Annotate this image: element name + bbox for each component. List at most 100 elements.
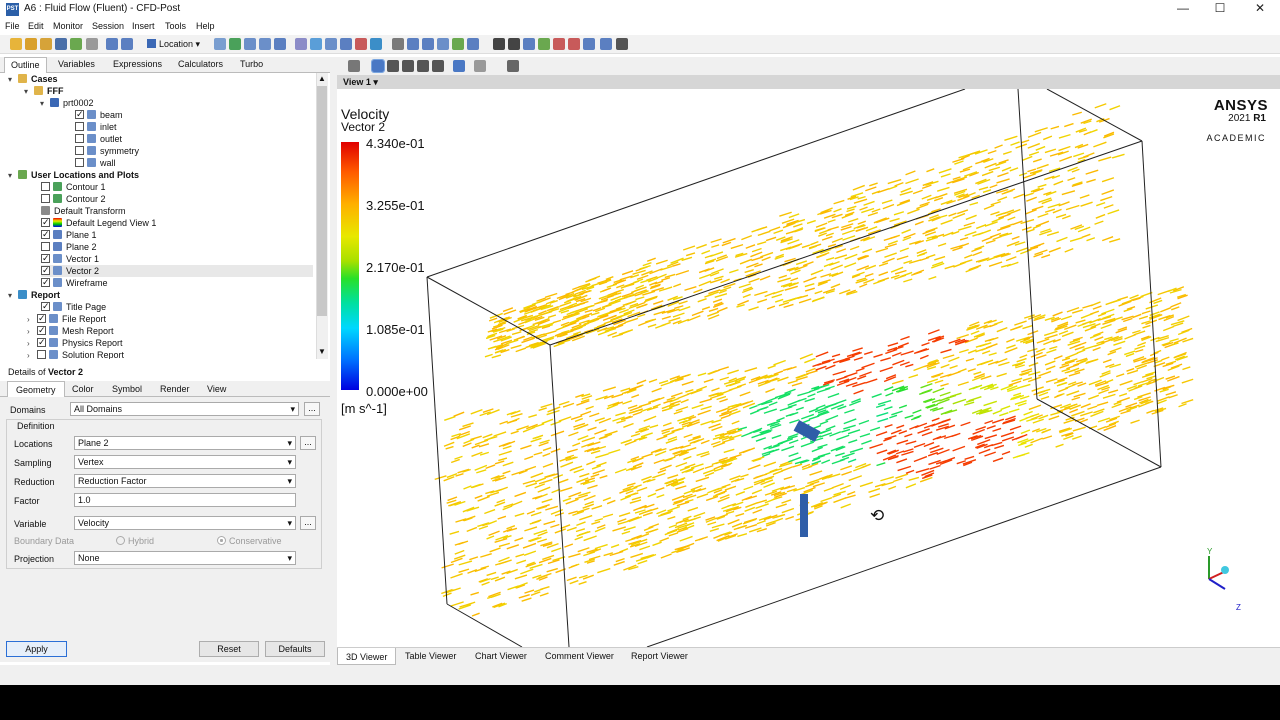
visibility-checkbox[interactable] <box>41 252 50 264</box>
tab-geometry[interactable]: Geometry <box>7 381 65 397</box>
print-icon[interactable] <box>86 38 98 50</box>
tab-turbo[interactable]: Turbo <box>240 59 263 69</box>
tree-item-default-transform[interactable]: Default Transform <box>41 205 126 217</box>
pan-icon[interactable] <box>387 60 399 72</box>
tree-cases[interactable]: ▾ Cases <box>8 73 58 85</box>
zoom-box-icon[interactable] <box>417 60 429 72</box>
tab-chart-viewer[interactable]: Chart Viewer <box>475 651 527 661</box>
menu-tools[interactable]: Tools <box>165 21 186 31</box>
color-map-icon[interactable] <box>370 38 382 50</box>
fit-view-icon[interactable] <box>453 60 465 72</box>
view-options-icon[interactable] <box>507 60 519 72</box>
timestep-icon[interactable] <box>493 38 505 50</box>
defaults-button[interactable]: Defaults <box>265 641 325 657</box>
visibility-checkbox[interactable] <box>37 324 46 336</box>
tab-color[interactable]: Color <box>72 384 94 394</box>
menu-monitor[interactable]: Monitor <box>53 21 83 31</box>
case-comparison-icon[interactable] <box>600 38 612 50</box>
viewport-layout-icon[interactable] <box>474 60 486 72</box>
tree-item-solution-report[interactable]: › Solution Report <box>27 349 124 359</box>
load-icon[interactable] <box>40 38 52 50</box>
tab-variables[interactable]: Variables <box>58 59 95 69</box>
scroll-up-icon[interactable]: ▲ <box>318 74 326 83</box>
variable-icon[interactable] <box>392 38 404 50</box>
visibility-checkbox[interactable] <box>37 336 46 348</box>
3d-viewport[interactable] <box>337 89 1280 647</box>
figure-icon[interactable] <box>467 38 479 50</box>
menu-help[interactable]: Help <box>196 21 215 31</box>
factor-input[interactable]: 1.0 <box>74 493 296 507</box>
tab-table-viewer[interactable]: Table Viewer <box>405 651 456 661</box>
select-icon[interactable] <box>348 60 360 72</box>
visibility-checkbox[interactable] <box>41 228 50 240</box>
visibility-checkbox[interactable] <box>37 312 46 324</box>
tree-item-vector-2[interactable]: Vector 2 <box>41 264 313 277</box>
visibility-checkbox[interactable] <box>37 350 46 359</box>
apply-button[interactable]: Apply <box>6 641 67 657</box>
variable-ellipsis-button[interactable]: ... <box>300 516 316 530</box>
tab-view[interactable]: View <box>207 384 226 394</box>
table-icon[interactable] <box>422 38 434 50</box>
tree-fff[interactable]: ▾ FFF <box>24 85 64 97</box>
variable-select[interactable]: Velocity <box>74 516 296 530</box>
visibility-checkbox[interactable] <box>41 276 50 288</box>
text-icon[interactable] <box>295 38 307 50</box>
undo-icon[interactable] <box>106 38 118 50</box>
clip-plane-icon[interactable] <box>355 38 367 50</box>
collapse-icon[interactable]: ▾ <box>24 86 34 98</box>
visibility-checkbox[interactable] <box>41 264 50 276</box>
domains-ellipsis-button[interactable]: ... <box>304 402 320 416</box>
visibility-checkbox[interactable] <box>41 216 50 228</box>
menu-session[interactable]: Session <box>92 21 124 31</box>
visibility-checkbox[interactable] <box>41 194 50 203</box>
tree-scroll-thumb[interactable] <box>317 86 327 316</box>
locations-ellipsis-button[interactable]: ... <box>300 436 316 450</box>
view-selector[interactable]: View 1 ▾ <box>343 77 378 88</box>
location-dropdown[interactable]: Location ▾ <box>147 37 209 52</box>
tree-report[interactable]: ▾ Report <box>8 289 60 301</box>
particle-track-icon[interactable] <box>259 38 271 50</box>
volume-render-icon[interactable] <box>274 38 286 50</box>
coordinate-frame-icon[interactable] <box>310 38 322 50</box>
open-icon[interactable] <box>25 38 37 50</box>
probe-icon[interactable] <box>538 38 550 50</box>
visibility-checkbox[interactable] <box>41 300 50 312</box>
tab-report-viewer[interactable]: Report Viewer <box>631 651 688 661</box>
panel-splitter[interactable] <box>330 57 337 665</box>
projection-select[interactable]: None <box>74 551 296 565</box>
locations-select[interactable]: Plane 2 <box>74 436 296 450</box>
tree-item-contour-1[interactable]: Contour 1 <box>41 181 106 193</box>
tab-symbol[interactable]: Symbol <box>112 384 142 394</box>
zoom-fit-icon[interactable] <box>432 60 444 72</box>
visibility-checkbox[interactable] <box>75 122 84 131</box>
tab-3d-viewer[interactable]: 3D Viewer <box>337 648 397 665</box>
visibility-checkbox[interactable] <box>41 182 50 191</box>
menu-edit[interactable]: Edit <box>28 21 44 31</box>
tree-item-symmetry[interactable]: symmetry <box>75 145 139 157</box>
visibility-checkbox[interactable] <box>41 242 50 251</box>
tree-item-beam[interactable]: beam <box>75 108 123 121</box>
expand-icon[interactable]: › <box>27 350 37 359</box>
zoom-icon[interactable] <box>402 60 414 72</box>
tree-item-wireframe[interactable]: Wireframe <box>41 276 108 289</box>
tab-outline[interactable]: Outline <box>4 57 47 73</box>
sampling-select[interactable]: Vertex <box>74 455 296 469</box>
refresh-icon[interactable] <box>70 38 82 50</box>
reduction-select[interactable]: Reduction Factor <box>74 474 296 488</box>
visibility-checkbox[interactable] <box>75 134 84 143</box>
tab-render[interactable]: Render <box>160 384 190 394</box>
rotate-icon[interactable] <box>371 59 385 73</box>
redo-icon[interactable] <box>121 38 133 50</box>
menu-insert[interactable]: Insert <box>132 21 155 31</box>
menu-file[interactable]: File <box>5 21 20 31</box>
conservative-radio[interactable]: Conservative <box>217 536 282 546</box>
tree-item-outlet[interactable]: outlet <box>75 133 122 145</box>
tab-calculators[interactable]: Calculators <box>178 59 223 69</box>
tab-comment-viewer[interactable]: Comment Viewer <box>545 651 614 661</box>
tree-item-wall[interactable]: wall <box>75 157 116 169</box>
mesh-calculator-icon[interactable] <box>583 38 595 50</box>
visibility-checkbox[interactable] <box>75 146 84 155</box>
visibility-checkbox[interactable] <box>75 108 84 120</box>
save-icon[interactable] <box>55 38 67 50</box>
collapse-icon[interactable]: ▾ <box>8 290 18 302</box>
